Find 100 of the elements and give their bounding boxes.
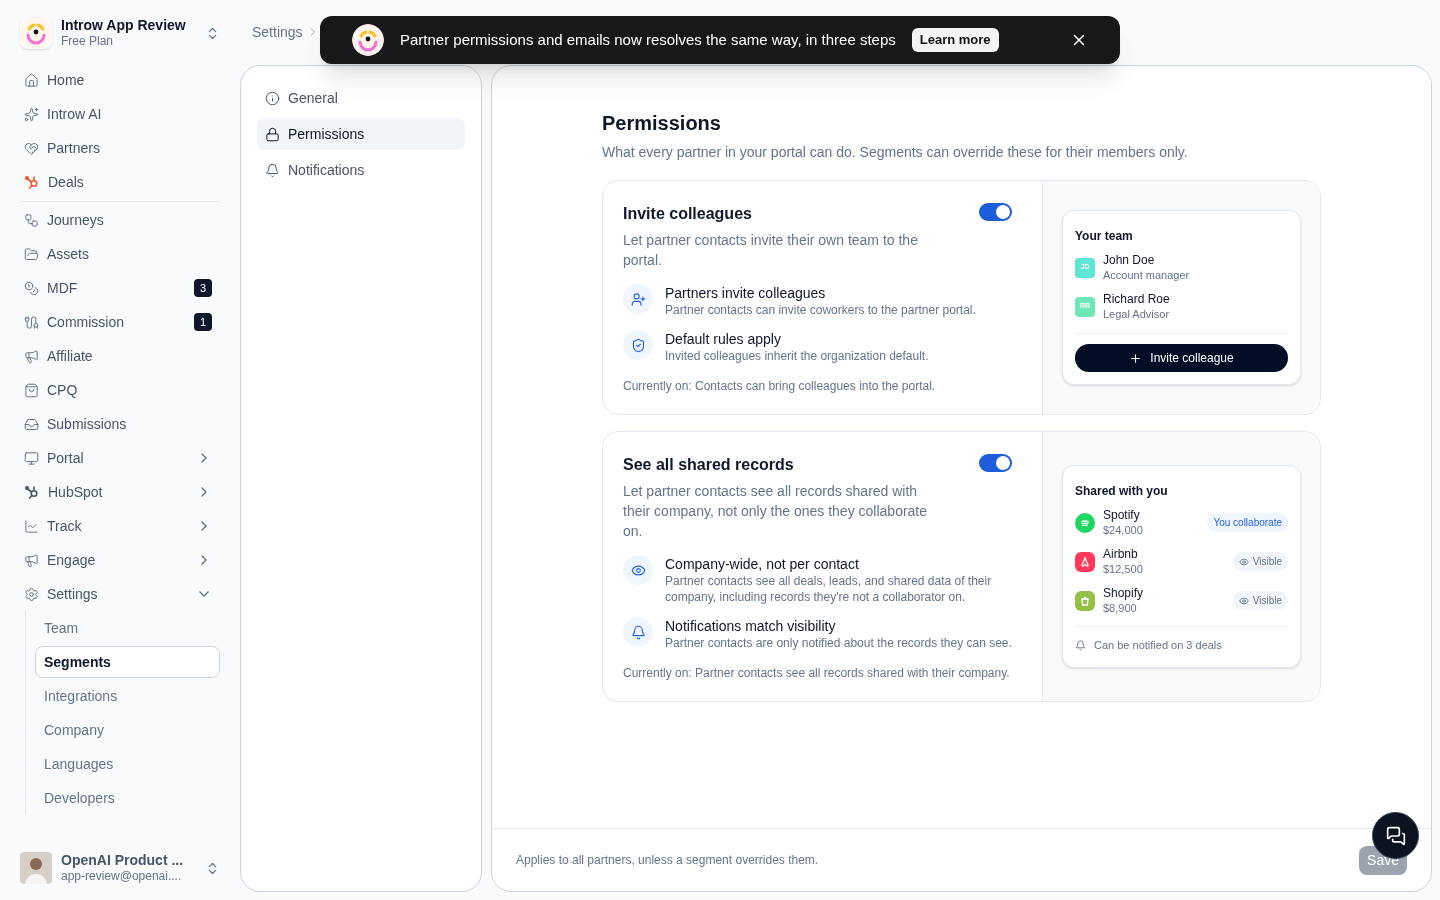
status-badge: Visible <box>1232 591 1288 611</box>
feature-description: Partner contacts can invite coworkers to the partner portal. <box>665 302 976 318</box>
workflow-icon <box>24 212 39 228</box>
sidebar-item[interactable]: CPQ <box>20 373 220 407</box>
company-name: Shopify <box>1103 585 1145 601</box>
eye-icon <box>623 555 653 585</box>
notify-note: Can be notified on 3 deals <box>1094 637 1222 653</box>
eye-icon <box>1238 556 1249 567</box>
page-description: What every partner in your portal can do. Segments can override these for their members only. <box>602 143 1189 162</box>
workspace-plan: Free Plan <box>61 33 115 49</box>
megaphone-icon <box>24 348 39 364</box>
invite-colleague-button[interactable]: Invite colleague <box>1075 344 1288 372</box>
sidebar-subitem[interactable]: Developers <box>35 782 220 814</box>
feature-description: Partner contacts are only notified about the records they can see. <box>665 635 1012 651</box>
member-role: Account manager <box>1103 268 1190 282</box>
page-title: Permissions <box>602 111 722 136</box>
bag-icon <box>24 382 39 398</box>
learn-more-button[interactable]: Learn more <box>911 28 999 52</box>
company-name: Spotify <box>1103 507 1141 523</box>
sidebar-item[interactable]: Settings <box>20 577 220 611</box>
lock-icon <box>265 126 280 142</box>
shield-check-icon <box>623 330 653 360</box>
deal-amount: $12,500 <box>1103 561 1144 577</box>
toggle-switch[interactable] <box>979 203 1012 221</box>
sidebar-subitem[interactable]: Integrations <box>35 680 220 712</box>
deal-amount: $24,000 <box>1103 522 1144 538</box>
banner-logo <box>352 24 384 56</box>
home-icon <box>24 72 39 88</box>
hub-icon <box>24 174 40 190</box>
sidebar-item[interactable]: Assets <box>20 237 220 271</box>
bell-icon <box>1075 639 1086 651</box>
company-name: Airbnb <box>1103 546 1139 562</box>
feature-title: Notifications match visibility <box>665 617 837 635</box>
feature-description: Partner contacts see all deals, leads, and shared data of their company, including records they're not a collaborator on. <box>665 573 993 605</box>
sidebar-subitem[interactable]: Segments <box>35 646 220 678</box>
sidebar-item[interactable]: Deals <box>20 165 220 199</box>
member-name: John Doe <box>1103 253 1156 268</box>
sidebar-item[interactable]: HubSpot <box>20 475 220 509</box>
banner-message: Partner permissions and emails now resolves the same way, in three steps <box>400 29 896 50</box>
feature-title: Default rules apply <box>665 330 782 348</box>
sidebar-subitem[interactable]: Company <box>35 714 220 746</box>
card-description: Let partner contacts see all records shared with their company, not only the ones they collaborate on. <box>623 482 929 541</box>
workspace-logo <box>20 17 52 49</box>
plus-icon <box>1129 351 1143 365</box>
user-plus-icon <box>623 284 653 314</box>
status-text: Currently on: Partner contacts see all records shared with their company. <box>623 665 1011 681</box>
preview-title: Your team <box>1075 228 1134 245</box>
gear-icon <box>24 586 39 602</box>
user-email: app-review@openai.... <box>61 868 183 884</box>
footer-note: Applies to all partners, unless a segment overrides them. <box>516 852 819 869</box>
workspace-name: Introw App Review <box>61 17 187 33</box>
status-badge: You collaborate <box>1207 513 1288 533</box>
sidebar-item[interactable]: Track <box>20 509 220 543</box>
sidebar-item[interactable]: Portal <box>20 441 220 475</box>
card-title: Invite colleagues <box>623 204 752 224</box>
settings-nav-item[interactable]: General <box>257 82 465 114</box>
user-name: OpenAI Product ... <box>61 852 185 868</box>
status-text: Currently on: Contacts can bring colleagues into the portal. <box>623 378 937 394</box>
deal-amount: $8,900 <box>1103 600 1138 616</box>
sidebar-item[interactable]: Submissions <box>20 407 220 441</box>
card-title: See all shared records <box>623 455 794 475</box>
sidebar-item[interactable]: Partners <box>20 131 220 165</box>
coins-icon <box>24 280 39 296</box>
sidebar-item[interactable]: Home <box>20 63 220 97</box>
breadcrumb-link[interactable]: Settings <box>252 21 303 43</box>
count-badge: 1 <box>194 313 212 331</box>
sidebar-item[interactable]: Engage <box>20 543 220 577</box>
sidebar-item[interactable]: Introw AI <box>20 97 220 131</box>
monitor-icon <box>24 450 39 466</box>
preview-title: Shared with you <box>1075 482 1169 500</box>
feature-title: Company-wide, not per contact <box>665 555 860 573</box>
chat-icon <box>1385 825 1406 846</box>
hub-icon <box>24 484 40 500</box>
chart-icon <box>24 518 39 534</box>
toggle-switch[interactable] <box>979 454 1012 472</box>
user-avatar <box>20 852 52 884</box>
settings-nav-item[interactable]: Permissions <box>257 118 465 150</box>
heart-handshake-icon <box>24 140 39 156</box>
inbox-icon <box>24 416 39 432</box>
sidebar-subitem[interactable]: Team <box>35 612 220 644</box>
eye-icon <box>1238 595 1249 606</box>
feature-title: Partners invite colleagues <box>665 284 827 302</box>
sidebar-item[interactable]: Commission 1 <box>20 305 220 339</box>
feature-description: Invited colleagues inherit the organization default. <box>665 348 929 364</box>
bell-icon <box>265 162 280 178</box>
card-description: Let partner contacts invite their own team to the portal. <box>623 231 919 270</box>
member-role: Legal Advisor <box>1103 307 1170 321</box>
megaphone-icon <box>24 552 39 568</box>
sparkle-icon <box>24 106 39 122</box>
sidebar-item[interactable]: Affiliate <box>20 339 220 373</box>
sidebar-item[interactable]: MDF 3 <box>20 271 220 305</box>
sidebar-subitem[interactable]: Languages <box>35 748 220 780</box>
info-icon <box>265 90 280 106</box>
member-name: Richard Roe <box>1103 292 1170 307</box>
count-badge: 3 <box>194 279 212 297</box>
settings-nav-item[interactable]: Notifications <box>257 154 465 186</box>
folder-icon <box>24 246 39 262</box>
status-badge: Visible <box>1232 552 1288 572</box>
bell-icon <box>623 617 653 647</box>
sidebar-item[interactable]: Journeys <box>20 203 220 237</box>
